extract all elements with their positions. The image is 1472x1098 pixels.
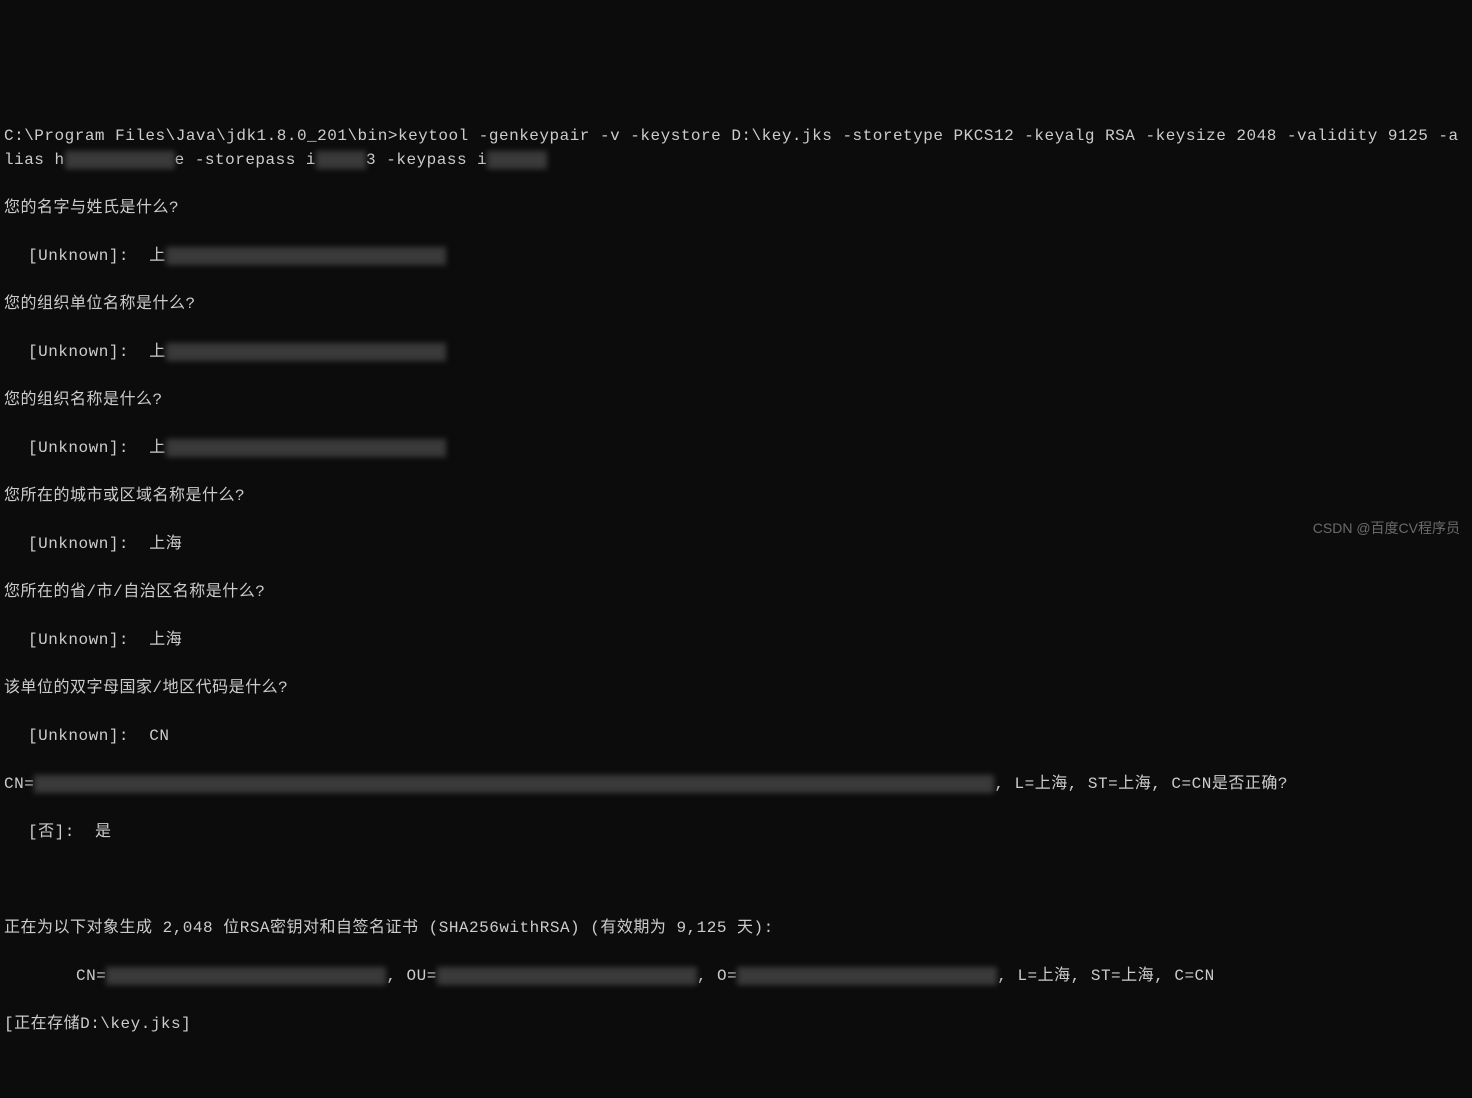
blank-line: [4, 868, 1468, 892]
unknown-prompt: [Unknown]:: [28, 343, 149, 361]
dn-cn-label: CN=: [76, 967, 106, 985]
dn-confirm-line: CN= , L=上海, ST=上海, C=CN是否正确?: [4, 772, 1468, 796]
unknown-prompt: [Unknown]:: [28, 631, 149, 649]
answer-state: 上海: [149, 631, 182, 649]
redacted-keypass: [487, 151, 547, 169]
answer-country-line: [Unknown]: CN: [4, 724, 1468, 748]
command-text-2: e -storepass i: [175, 151, 316, 169]
unknown-prompt: [Unknown]:: [28, 439, 149, 457]
dn-suffix: , L=上海, ST=上海, C=CN: [997, 967, 1215, 985]
answer-name-line: [Unknown]: 上: [4, 244, 1468, 268]
dn-o-label: , O=: [697, 967, 737, 985]
question-country: 该单位的双字母国家/地区代码是什么?: [4, 676, 1468, 700]
redacted-storepass: [316, 151, 366, 169]
answer-org-unit-line: [Unknown]: 上: [4, 340, 1468, 364]
question-city: 您所在的城市或区域名称是什么?: [4, 484, 1468, 508]
answer-state-line: [Unknown]: 上海: [4, 628, 1468, 652]
generating-message: 正在为以下对象生成 2,048 位RSA密钥对和自签名证书 (SHA256wit…: [4, 916, 1468, 940]
blank-line-2: [4, 1060, 1468, 1084]
answer-name-prefix: 上: [149, 247, 166, 265]
unknown-prompt: [Unknown]:: [28, 247, 149, 265]
redacted-name: [166, 247, 446, 265]
command-text-3: 3 -keypass i: [366, 151, 487, 169]
question-state: 您所在的省/市/自治区名称是什么?: [4, 580, 1468, 604]
dn-detail-line: CN= , OU= , O= , L=上海, ST=上海, C=CN: [4, 964, 1468, 988]
storing-message: [正在存储D:\key.jks]: [4, 1012, 1468, 1036]
answer-city: 上海: [149, 535, 182, 553]
redacted-org: [166, 439, 446, 457]
unknown-prompt: [Unknown]:: [28, 535, 149, 553]
answer-city-line: [Unknown]: 上海: [4, 532, 1468, 556]
redacted-ou: [437, 967, 697, 985]
redacted-dn: [34, 775, 994, 793]
answer-org-prefix: 上: [149, 439, 166, 457]
redacted-org-unit: [166, 343, 446, 361]
dn-ou-label: , OU=: [386, 967, 437, 985]
confirm-answer: [否]: 是: [4, 820, 1468, 844]
unknown-prompt: [Unknown]:: [28, 727, 149, 745]
answer-org-unit-prefix: 上: [149, 343, 166, 361]
question-org: 您的组织名称是什么?: [4, 388, 1468, 412]
command-line: C:\Program Files\Java\jdk1.8.0_201\bin>k…: [4, 124, 1468, 172]
terminal-output[interactable]: C:\Program Files\Java\jdk1.8.0_201\bin>k…: [4, 100, 1468, 1098]
question-org-unit: 您的组织单位名称是什么?: [4, 292, 1468, 316]
redacted-cn: [106, 967, 386, 985]
watermark-text: CSDN @百度CV程序员: [1313, 518, 1460, 539]
question-name: 您的名字与姓氏是什么?: [4, 196, 1468, 220]
answer-org-line: [Unknown]: 上: [4, 436, 1468, 460]
redacted-alias: [65, 151, 175, 169]
answer-country: CN: [149, 727, 169, 745]
dn-cn-prefix: CN=: [4, 775, 34, 793]
prompt-path: C:\Program Files\Java\jdk1.8.0_201\bin>: [4, 127, 398, 145]
redacted-o: [737, 967, 997, 985]
dn-confirm-suffix: , L=上海, ST=上海, C=CN是否正确?: [994, 775, 1288, 793]
